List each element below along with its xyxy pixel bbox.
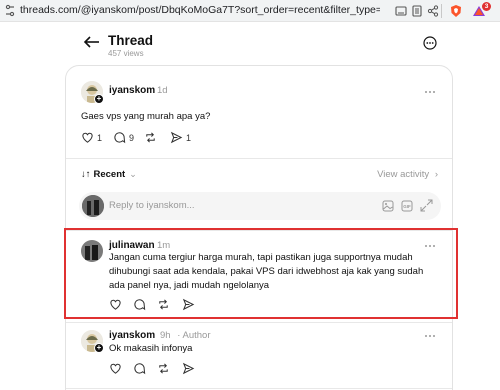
reply-time: 9h · Author — [160, 330, 211, 341]
comment-icon — [114, 132, 126, 144]
image-icon[interactable] — [382, 200, 394, 212]
sort-label: Recent — [93, 169, 126, 180]
reply-button[interactable]: 9 — [113, 131, 134, 144]
follow-plus-icon[interactable]: + — [94, 94, 104, 104]
divider — [66, 322, 452, 323]
share-count: 1 — [186, 132, 192, 143]
more-options-icon[interactable] — [423, 36, 437, 50]
brave-shield-icon[interactable] — [449, 4, 463, 18]
share-button[interactable]: 1 — [170, 131, 191, 144]
post-more-icon[interactable] — [424, 86, 436, 98]
chevron-down-icon: ⌄ — [129, 169, 137, 179]
view-count: 457 views — [108, 49, 144, 58]
reply-button[interactable] — [133, 362, 146, 375]
heart-icon — [82, 132, 93, 143]
post-username[interactable]: iyanskom — [109, 85, 155, 96]
share-icon[interactable] — [426, 4, 440, 18]
heart-icon — [110, 363, 121, 374]
chevron-right-icon: › — [434, 169, 438, 180]
tune-icon[interactable] — [4, 4, 16, 18]
repost-icon — [146, 132, 155, 143]
sort-arrows-icon: ↓↑ — [81, 169, 91, 180]
view-activity-label: View activity — [377, 169, 430, 180]
toolbar-separator — [441, 4, 442, 18]
post-text: Gaes vps yang murah apa ya? — [81, 111, 211, 122]
reply-more-icon[interactable] — [424, 330, 436, 342]
follow-plus-icon[interactable]: + — [94, 343, 104, 353]
sort-dropdown[interactable]: ↓↑ Recent ⌄ — [81, 169, 137, 180]
reply-username[interactable]: iyanskom — [109, 330, 155, 341]
reply-text: Ok makasih infonya — [109, 343, 193, 354]
highlight-box — [64, 228, 458, 319]
browser-url-bar: threads.com/@iyanskom/post/DbqKoMoGa7T?s… — [0, 0, 500, 22]
reply-time-value: 9h — [160, 330, 171, 341]
share-button[interactable] — [182, 362, 195, 375]
address-text[interactable]: threads.com/@iyanskom/post/DbqKoMoGa7T?s… — [20, 4, 380, 16]
author-label: · Author — [177, 330, 211, 341]
repost-button[interactable] — [144, 131, 157, 144]
back-arrow-icon[interactable] — [83, 34, 101, 50]
view-activity-link[interactable]: View activity › — [377, 169, 438, 180]
rewards-badge: 3 — [482, 2, 491, 11]
reply-placeholder: Reply to iyanskom... — [109, 200, 195, 211]
divider — [66, 388, 452, 389]
cast-icon[interactable] — [394, 4, 408, 18]
send-icon — [170, 131, 183, 144]
page-title: Thread — [108, 33, 154, 48]
send-icon — [182, 362, 195, 375]
repost-button[interactable] — [157, 362, 170, 375]
reader-icon[interactable] — [410, 4, 424, 18]
reply-count: 9 — [129, 132, 135, 143]
post-time: 1d — [157, 85, 168, 96]
reply-input[interactable]: Reply to iyanskom... GIF — [79, 192, 441, 220]
repost-icon — [159, 363, 168, 374]
gif-icon[interactable]: GIF — [401, 200, 413, 212]
expand-icon[interactable] — [420, 199, 433, 212]
svg-text:GIF: GIF — [403, 204, 411, 209]
like-count: 1 — [97, 132, 103, 143]
my-avatar — [82, 195, 104, 217]
divider — [66, 158, 452, 159]
comment-icon — [134, 363, 146, 375]
like-button[interactable]: 1 — [81, 131, 102, 144]
like-button[interactable] — [109, 362, 122, 375]
